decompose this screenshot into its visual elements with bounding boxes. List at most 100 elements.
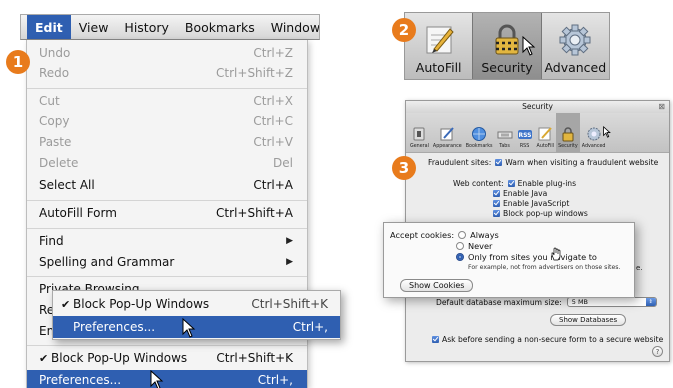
step-badge-3: 3 — [392, 156, 416, 180]
menu-item-label: Preferences... — [39, 373, 122, 387]
web-content-row: Web content: Enable plug-ins — [453, 179, 576, 188]
menu-item-shortcut: Ctrl+X — [253, 94, 293, 108]
enable-javascript-checkbox[interactable] — [493, 200, 500, 207]
menu-item-shortcut: Ctrl+V — [253, 135, 293, 149]
toolbar-button-label: Security — [481, 60, 533, 75]
cookies-always-radio[interactable] — [458, 231, 467, 239]
enable-plugins-label: Enable plug-ins — [517, 179, 577, 188]
fraudulent-warning-checkbox[interactable] — [495, 159, 503, 166]
database-size-select[interactable]: 5 MB ⇕ — [566, 297, 657, 307]
menu-item-shortcut: Del — [273, 156, 293, 170]
ask-before-label: Ask before sending a non-secure form to … — [442, 335, 664, 344]
cookies-never-radio[interactable] — [456, 242, 464, 250]
checkmark-icon: ✔ — [39, 351, 49, 365]
enable-java-checkbox[interactable] — [493, 190, 500, 197]
cookies-example-text: For example, not from advertisers on tho… — [468, 264, 621, 271]
menu-item-label: Block Pop-Up Windows — [73, 297, 210, 311]
tab-label: AutoFill — [536, 144, 555, 149]
menu-item-delete[interactable]: Delete Del — [27, 153, 307, 173]
mouse-cursor-icon — [603, 126, 611, 138]
menu-item-find[interactable]: Find ▶ — [27, 231, 307, 251]
tabs-icon — [497, 131, 513, 139]
menu-separator — [27, 88, 307, 89]
tab-tabs[interactable]: Tabs — [495, 113, 515, 152]
menu-item-block-popups[interactable]: ✔ Block Pop-Up Windows Ctrl+Shift+K — [53, 293, 340, 315]
menu-item-label: Select All — [39, 178, 95, 192]
menu-item-undo[interactable]: Undo Ctrl+Z — [27, 43, 307, 63]
help-button[interactable]: ? — [652, 346, 663, 357]
block-popups-checkbox[interactable] — [493, 210, 500, 217]
menu-history[interactable]: History — [116, 15, 176, 39]
show-databases-button[interactable]: Show Databases — [550, 314, 627, 326]
submenu-arrow-icon: ▶ — [286, 257, 293, 267]
gear-icon — [559, 24, 591, 56]
menu-separator — [27, 345, 307, 346]
menu-item-shortcut: Ctrl+Z — [253, 46, 293, 60]
rss-icon: RSS — [517, 130, 532, 139]
menu-item-shortcut: Ctrl+A — [253, 178, 293, 192]
checkmark-icon: ✔ — [61, 297, 71, 311]
enable-plugins-checkbox[interactable] — [507, 180, 515, 187]
cookies-never-row: Never — [456, 241, 492, 251]
menu-separator — [27, 228, 307, 229]
gear-icon — [587, 127, 601, 141]
tab-rss[interactable]: RSS RSS — [515, 113, 535, 152]
menu-bookmarks[interactable]: Bookmarks — [177, 15, 263, 39]
menu-item-block-popups[interactable]: ✔ Block Pop-Up Windows Ctrl+Shift+K — [27, 348, 307, 368]
menu-item-shortcut: Ctrl+Shift+K — [216, 351, 293, 365]
tab-bookmarks[interactable]: Bookmarks — [464, 113, 495, 152]
select-arrows-icon: ⇕ — [645, 298, 656, 306]
prefs-obscured-text: e. — [636, 264, 643, 272]
menu-item-redo[interactable]: Redo Ctrl+Shift+Z — [27, 63, 307, 83]
menu-item-preferences[interactable]: Preferences... Ctrl+, — [27, 370, 307, 388]
cookies-always-label: Always — [470, 230, 499, 240]
tab-label: Appearance — [432, 144, 462, 149]
accept-cookies-callout: Accept cookies: Always Never Only from s… — [383, 222, 635, 298]
appearance-icon — [440, 127, 455, 141]
cookies-visited-label: Only from sites you navigate to — [468, 252, 597, 262]
ask-before-checkbox[interactable] — [432, 336, 439, 343]
lock-icon — [495, 24, 519, 55]
menu-item-preferences[interactable]: Preferences... Ctrl+, — [53, 316, 340, 338]
toolbar-button-label: AutoFill — [415, 60, 462, 75]
ask-before-row: Ask before sending a non-secure form to … — [432, 335, 663, 344]
menu-item-spelling[interactable]: Spelling and Grammar ▶ — [27, 252, 307, 272]
menu-edit[interactable]: Edit — [27, 15, 71, 39]
toolbar-advanced-button[interactable]: Advanced — [542, 13, 609, 79]
database-size-label: Default database maximum size: — [436, 297, 562, 307]
toolbar-button-label: Advanced — [544, 60, 607, 75]
tab-appearance[interactable]: Appearance — [431, 113, 464, 152]
tab-label: RSS — [519, 144, 530, 149]
menu-item-shortcut: Ctrl+Shift+A — [216, 206, 293, 220]
menu-view[interactable]: View — [71, 15, 117, 39]
menu-window[interactable]: Window — [263, 15, 319, 39]
cookies-always-row: Accept cookies: Always — [390, 230, 499, 240]
preferences-toolbar: General Appearance Bookmarks Tabs RSS RS… — [406, 113, 669, 153]
menu-bar: Edit View History Bookmarks Window H — [20, 14, 320, 40]
menu-item-shortcut: Ctrl+, — [292, 320, 328, 334]
toolbar-autofill-button[interactable]: AutoFill — [405, 13, 472, 79]
menu-item-label: Undo — [39, 46, 71, 60]
globe-icon — [472, 127, 487, 141]
menu-item-label: Delete — [39, 156, 79, 170]
menu-item-autofill-form[interactable]: AutoFill Form Ctrl+Shift+A — [27, 203, 307, 223]
menu-item-cut[interactable]: Cut Ctrl+X — [27, 91, 307, 111]
zoomed-menu-callout: ✔ Block Pop-Up Windows Ctrl+Shift+K Pref… — [52, 290, 341, 340]
fraudulent-sites-label: Fraudulent sites: — [428, 158, 492, 167]
tab-general[interactable]: General — [408, 113, 431, 152]
cookies-visited-radio[interactable] — [456, 253, 464, 261]
close-icon[interactable]: ⊠ — [658, 102, 665, 111]
tab-autofill[interactable]: AutoFill — [535, 113, 557, 152]
database-size-row: Default database maximum size: 5 MB ⇕ — [436, 297, 657, 307]
menu-item-paste[interactable]: Paste Ctrl+V — [27, 132, 307, 152]
menu-item-select-all[interactable]: Select All Ctrl+A — [27, 175, 307, 195]
menu-item-copy[interactable]: Copy Ctrl+C — [27, 111, 307, 131]
tab-security[interactable]: Security — [556, 113, 580, 152]
mouse-cursor-icon — [522, 36, 536, 56]
fraudulent-warning-option: Warn when visiting a fraudulent website — [505, 158, 659, 167]
show-cookies-button[interactable]: Show Cookies — [400, 279, 474, 292]
menu-item-shortcut: Ctrl+Shift+Z — [216, 66, 293, 80]
tab-label: Security — [558, 144, 578, 149]
window-title: Security — [406, 101, 669, 113]
enable-javascript-label: Enable JavaScript — [503, 199, 570, 208]
